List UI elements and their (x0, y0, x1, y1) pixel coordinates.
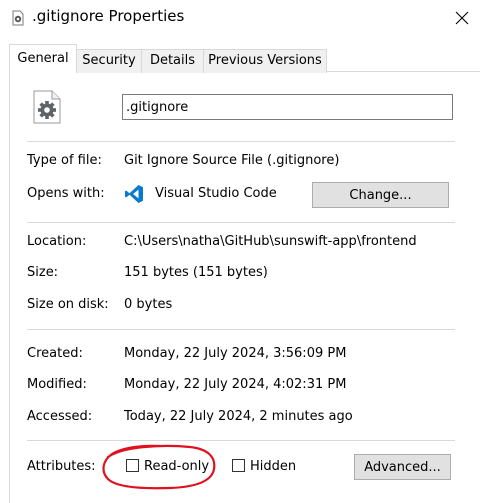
tab-previous-versions[interactable]: Previous Versions (203, 49, 327, 73)
accessed-label: Accessed: (27, 409, 93, 424)
advanced-button-label: Advanced... (364, 459, 441, 475)
tab-details-label: Details (149, 53, 196, 68)
location-value: C:\Users\natha\GitHub\sunswift-app\front… (124, 234, 417, 249)
size-on-disk-value: 0 bytes (124, 297, 173, 312)
size-value: 151 bytes (151 bytes) (124, 265, 268, 280)
type-of-file-label: Type of file: (27, 153, 102, 168)
created-label: Created: (27, 346, 83, 361)
close-icon (455, 11, 469, 25)
file-name-field[interactable] (122, 94, 453, 120)
close-button[interactable] (444, 0, 480, 36)
location-label: Location: (27, 234, 87, 249)
advanced-button[interactable]: Advanced... (354, 454, 451, 480)
opens-with-label: Opens with: (27, 186, 105, 201)
gear-file-icon (32, 90, 62, 124)
properties-window: .gitignore Properties General Security D… (0, 0, 480, 503)
accessed-value: Today, 22 July 2024, 2 minutes ago (124, 409, 353, 424)
hidden-label[interactable]: Hidden (250, 459, 296, 474)
tab-general[interactable]: General (9, 44, 77, 73)
tab-security[interactable]: Security (76, 49, 142, 73)
size-on-disk-label: Size on disk: (27, 297, 109, 312)
tab-details[interactable]: Details (141, 49, 204, 73)
read-only-checkbox[interactable] (126, 459, 139, 472)
hidden-checkbox[interactable] (232, 459, 245, 472)
divider (27, 329, 455, 330)
tab-security-label: Security (82, 53, 136, 68)
divider (27, 141, 455, 142)
divider (27, 440, 455, 441)
attributes-label: Attributes: (27, 459, 96, 474)
modified-label: Modified: (27, 377, 87, 392)
window-title: .gitignore Properties (32, 7, 185, 25)
size-label: Size: (27, 265, 59, 280)
read-only-label[interactable]: Read-only (144, 459, 209, 474)
modified-value: Monday, 22 July 2024, 4:02:31 PM (124, 377, 347, 392)
divider (27, 222, 455, 223)
title-bar: .gitignore Properties (0, 0, 480, 36)
general-panel (9, 71, 480, 503)
tab-general-label: General (17, 51, 69, 66)
change-button-label: Change... (349, 187, 412, 203)
type-of-file-value: Git Ignore Source File (.gitignore) (124, 153, 340, 168)
opens-with-value: Visual Studio Code (155, 186, 277, 201)
created-value: Monday, 22 July 2024, 3:56:09 PM (124, 346, 347, 361)
change-button[interactable]: Change... (312, 182, 449, 208)
tab-previous-versions-label: Previous Versions (208, 53, 322, 68)
gear-file-icon (10, 10, 26, 26)
vscode-icon (124, 184, 144, 204)
